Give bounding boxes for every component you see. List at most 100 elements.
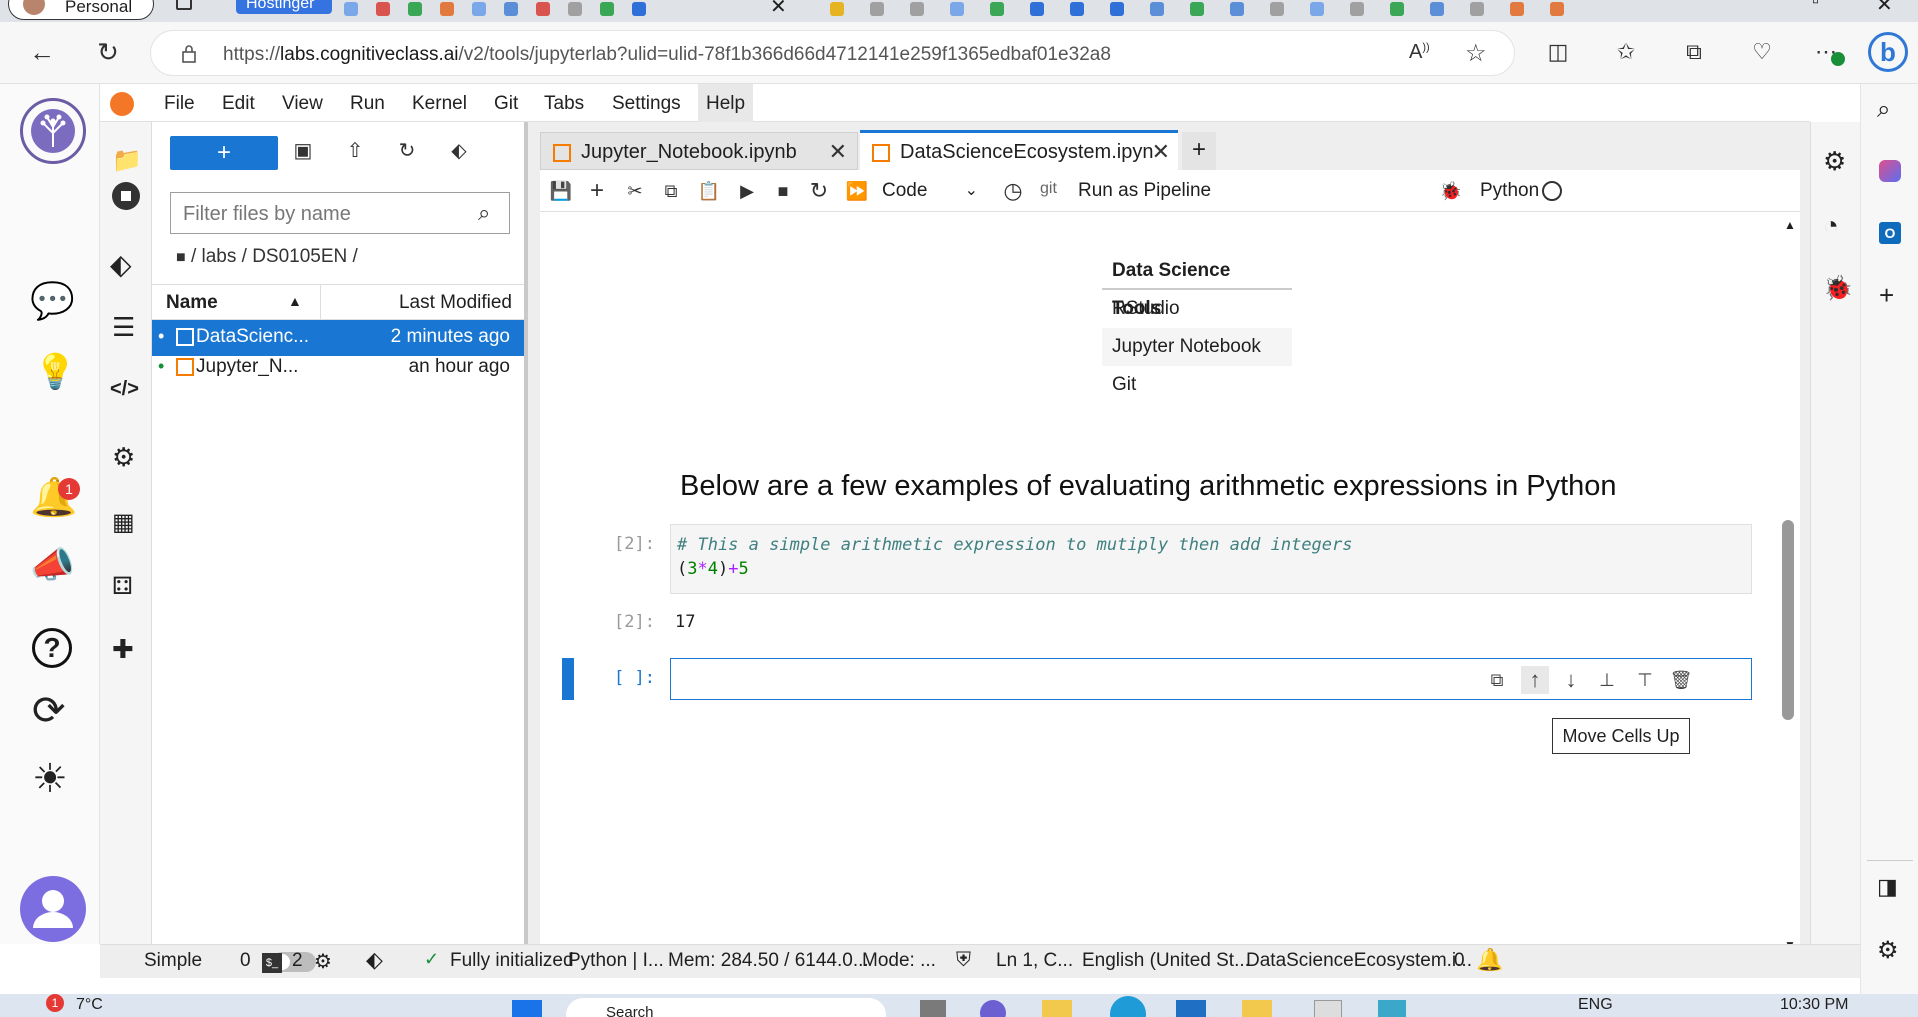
taskbar-app-1[interactable] (920, 1000, 946, 1017)
minimize-icon[interactable]: ▫ (1812, 0, 1819, 13)
add-sidebar-app-icon[interactable]: + (1879, 280, 1894, 311)
tab-favicon-24[interactable] (1350, 2, 1364, 16)
notification-count[interactable]: 0 (1454, 950, 1465, 972)
active-cell-indicator[interactable] (562, 658, 574, 700)
delete-cell-icon[interactable]: 🗑 (1667, 666, 1695, 694)
active-tab-close-icon[interactable]: ✕ (770, 0, 787, 19)
tab-favicon-10[interactable] (632, 2, 646, 16)
taskbar-app-7[interactable] (1314, 1000, 1342, 1017)
tab-datascience-ecosystem[interactable]: DataScienceEcosystem.ipyn ✕ (860, 130, 1178, 170)
kernel-name-button[interactable]: Python (1480, 180, 1539, 202)
folder-icon[interactable]: 📁 (112, 146, 142, 175)
tab-favicon-26[interactable] (1430, 2, 1444, 16)
tab-favicon-17[interactable] (1070, 2, 1084, 16)
browser-essentials-icon[interactable]: ♡ (1748, 38, 1776, 66)
tab-favicon-14[interactable] (950, 2, 964, 16)
restart-run-all-icon[interactable]: ⏩ (844, 178, 870, 204)
lightbulb-icon[interactable]: 💡 (34, 352, 76, 392)
copilot-icon[interactable] (1879, 160, 1901, 182)
resource-usage-icon[interactable]: ◔ (1823, 210, 1839, 241)
taskbar-app-8[interactable] (1378, 1000, 1406, 1017)
restart-kernel-icon[interactable]: ↻ (806, 178, 832, 204)
kernels-count[interactable]: 2 (292, 950, 303, 972)
duplicate-cell-icon[interactable]: ⧉ (1483, 666, 1511, 694)
scrollbar[interactable]: ▲ ▼ (1782, 218, 1796, 952)
trusted-shield-icon[interactable]: ⛨ (956, 949, 971, 972)
notification-bell-icon[interactable]: 🔔 (1476, 947, 1503, 973)
favorites-icon[interactable]: ✩ (1612, 38, 1640, 66)
tab-favicon-20[interactable] (1190, 2, 1204, 16)
column-name[interactable]: Name (166, 292, 218, 314)
insert-cell-icon[interactable]: + (584, 178, 610, 204)
cut-icon[interactable]: ✂ (622, 178, 648, 204)
app-logo[interactable] (20, 98, 86, 164)
column-last-modified[interactable]: Last Modified (399, 292, 512, 314)
insert-above-icon[interactable]: ⊥ (1593, 666, 1621, 694)
split-screen-icon[interactable]: ◫ (1544, 38, 1572, 66)
tab-favicon-21[interactable] (1230, 2, 1244, 16)
tab-favicon-7[interactable] (536, 2, 550, 16)
read-aloud-icon[interactable]: A)) (1409, 41, 1430, 64)
copy-icon[interactable]: ⧉ (658, 178, 684, 204)
code-cell-editor[interactable]: # This a simple arithmetic expression to… (670, 524, 1752, 594)
menu-git[interactable]: Git (486, 91, 526, 117)
elyra-icon[interactable]: ⚃ (112, 572, 133, 601)
start-icon[interactable] (512, 1000, 542, 1017)
tab-favicon-25[interactable] (1390, 2, 1404, 16)
tab-favicon-9[interactable] (600, 2, 614, 16)
chat-icon[interactable]: 💬 (30, 280, 75, 322)
paste-icon[interactable]: 📋 (696, 178, 722, 204)
move-down-icon[interactable]: ↓ (1557, 666, 1585, 694)
git-diff-button[interactable]: git (1040, 180, 1057, 198)
close-tab-icon[interactable]: ✕ (1152, 139, 1170, 165)
property-inspector-icon[interactable]: ⚙ (112, 442, 135, 473)
menu-tabs[interactable]: Tabs (536, 91, 592, 117)
tab-favicon-13[interactable] (910, 2, 924, 16)
tab-list-icon[interactable] (176, 0, 192, 10)
user-avatar[interactable] (20, 876, 86, 942)
tab-favicon-29[interactable] (1550, 2, 1564, 16)
megaphone-icon[interactable]: 📣 (30, 544, 75, 586)
upload-icon[interactable]: ⇧ (340, 136, 370, 166)
tab-favicon-12[interactable] (870, 2, 884, 16)
git-icon[interactable]: ⬖ (110, 248, 132, 281)
tab-favicon-28[interactable] (1510, 2, 1524, 16)
menu-settings[interactable]: Settings (604, 91, 689, 117)
refresh-icon[interactable]: ↻ (92, 36, 124, 68)
menu-help[interactable]: Help (698, 84, 754, 122)
new-launcher-button[interactable]: + (170, 136, 278, 170)
close-tab-icon[interactable]: ✕ (829, 139, 847, 165)
weather-temperature[interactable]: 7°C (76, 996, 103, 1014)
tab-favicon-1[interactable] (344, 2, 358, 16)
stop-icon[interactable]: ■ (770, 178, 796, 204)
input-language[interactable]: ENG (1578, 996, 1613, 1014)
tab-favicon-5[interactable] (472, 2, 486, 16)
save-icon[interactable]: 💾 (548, 178, 574, 204)
tab-favicon-18[interactable] (1110, 2, 1124, 16)
file-row[interactable]: • Jupyter_N... an hour ago (152, 350, 524, 386)
taskbar-search-box[interactable]: Search (566, 998, 886, 1017)
hide-sidebar-icon[interactable]: ◨ (1877, 874, 1898, 900)
tab-jupyter-notebook[interactable]: Jupyter_Notebook.ipynb ✕ (540, 132, 858, 170)
address-bar[interactable]: https://labs.cognitiveclass.ai/v2/tools/… (150, 30, 1515, 76)
pinned-tab-hostinger[interactable]: Hostinger (236, 0, 332, 14)
run-as-pipeline-button[interactable]: Run as Pipeline (1078, 180, 1211, 202)
move-up-icon[interactable]: ↑ (1521, 666, 1549, 694)
tab-favicon-27[interactable] (1470, 2, 1484, 16)
collections-icon[interactable]: ⧉ (1680, 38, 1708, 66)
tab-favicon-6[interactable] (504, 2, 518, 16)
search-icon[interactable]: ⌕ (1877, 96, 1890, 124)
taskbar-app-5[interactable] (1176, 1000, 1206, 1017)
spellcheck-language[interactable]: English (United St... (1082, 950, 1250, 972)
debugger-icon[interactable]: 🐞 (1438, 178, 1464, 204)
menu-view[interactable]: View (274, 91, 331, 117)
tab-favicon-22[interactable] (1270, 2, 1284, 16)
refresh-files-icon[interactable]: ↻ (392, 136, 422, 166)
tab-favicon-8[interactable] (568, 2, 582, 16)
cell-type-select[interactable]: Code ⌄ (874, 176, 984, 206)
scroll-up-icon[interactable]: ▲ (1784, 218, 1796, 232)
filter-files-input[interactable]: Filter files by name (170, 192, 510, 234)
terminals-count[interactable]: 0 (240, 950, 251, 972)
empty-code-cell[interactable]: ⧉ ↑ ↓ ⊥ ⊤ 🗑 (670, 658, 1752, 700)
scrollbar-thumb[interactable] (1782, 520, 1794, 720)
